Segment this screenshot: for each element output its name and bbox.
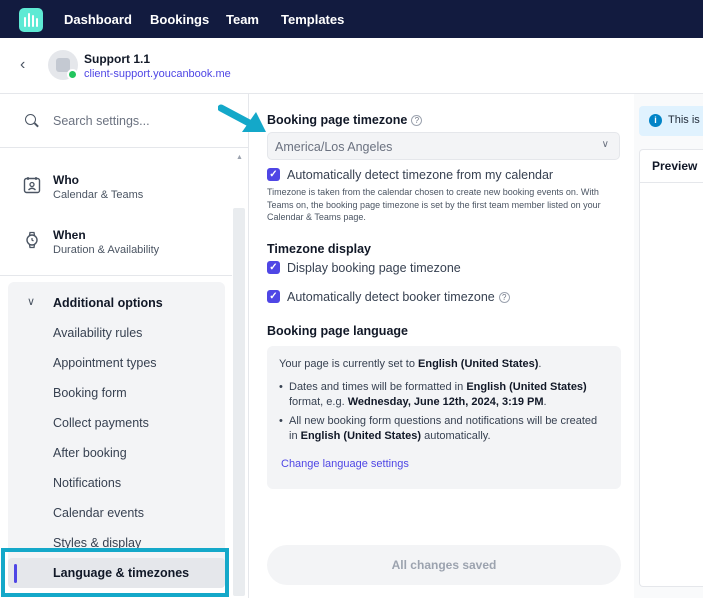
timezone-display-heading: Timezone display xyxy=(267,242,371,256)
sidebar-item-booking-form[interactable]: Booking form xyxy=(53,386,127,400)
back-chevron-icon[interactable]: ‹ xyxy=(20,56,25,74)
nav-bookings[interactable]: Bookings xyxy=(150,12,209,27)
sidebar-item-collect-payments[interactable]: Collect payments xyxy=(53,416,149,430)
top-navbar: Dashboard Bookings Team Templates xyxy=(0,0,703,38)
sidebar-item-notifications[interactable]: Notifications xyxy=(53,476,121,490)
watch-icon xyxy=(26,231,38,249)
search-box[interactable]: Search settings... xyxy=(0,94,248,148)
status-dot xyxy=(67,69,78,80)
calendar-bars-icon[interactable] xyxy=(19,8,43,32)
chevron-down-icon[interactable]: ∨ xyxy=(27,295,35,308)
language-info-box: Your page is currently set to English (U… xyxy=(267,346,621,489)
timezone-select[interactable]: America/Los Angeles ∨ xyxy=(267,132,620,160)
page-header: ‹ Support 1.1 client-support.youcanbook.… xyxy=(0,38,703,94)
auto-detect-checkbox[interactable]: ✓ xyxy=(267,168,280,181)
settings-sidebar: Search settings... Who Calendar & Teams … xyxy=(0,94,249,598)
preview-card: Preview xyxy=(639,149,703,587)
scroll-up-icon[interactable]: ▲ xyxy=(236,154,243,161)
language-intro: Your page is currently set to English (U… xyxy=(279,358,542,370)
sidebar-item-when[interactable]: When Duration & Availability xyxy=(0,221,232,271)
tab-preview[interactable]: Preview xyxy=(652,159,697,173)
display-timezone-checkbox[interactable]: ✓ xyxy=(267,261,280,274)
timezone-hint: Timezone is taken from the calendar chos… xyxy=(267,187,601,222)
booker-timezone-label: Automatically detect booker timezone? xyxy=(287,290,510,304)
language-heading: Booking page language xyxy=(267,324,408,338)
additional-options-toggle[interactable]: Additional options xyxy=(53,296,163,310)
sidebar-item-calendar-events[interactable]: Calendar events xyxy=(53,506,144,520)
timezone-value: America/Los Angeles xyxy=(275,140,393,154)
avatar xyxy=(48,50,78,80)
calendar-user-icon xyxy=(23,177,41,194)
sidebar-item-subtitle: Duration & Availability xyxy=(53,244,160,256)
sidebar-item-who[interactable]: Who Calendar & Teams xyxy=(0,166,232,216)
scrollbar-thumb[interactable] xyxy=(233,208,245,596)
divider xyxy=(640,182,703,183)
settings-panel: Booking page timezone? America/Los Angel… xyxy=(249,94,634,598)
help-icon[interactable]: ? xyxy=(498,292,510,303)
info-icon: i xyxy=(649,114,662,127)
sidebar-item-title: When xyxy=(53,228,86,242)
save-status-button[interactable]: All changes saved xyxy=(267,545,621,585)
nav-dashboard[interactable]: Dashboard xyxy=(64,12,132,27)
auto-detect-label: Automatically detect timezone from my ca… xyxy=(287,168,554,182)
preview-panel: i This is o Preview xyxy=(634,94,703,598)
nav-templates[interactable]: Templates xyxy=(281,12,344,27)
change-language-link[interactable]: Change language settings xyxy=(281,458,409,470)
sidebar-item-appointment-types[interactable]: Appointment types xyxy=(53,356,157,370)
nav-team[interactable]: Team xyxy=(226,12,259,27)
sidebar-item-title: Who xyxy=(53,173,79,187)
sidebar-item-after-booking[interactable]: After booking xyxy=(53,446,127,460)
timezone-label: Booking page timezone? xyxy=(267,113,423,127)
account-url[interactable]: client-support.youcanbook.me xyxy=(84,68,231,80)
booker-timezone-checkbox[interactable]: ✓ xyxy=(267,290,280,303)
chevron-down-icon: ∨ xyxy=(601,139,609,150)
help-icon[interactable]: ? xyxy=(411,115,423,126)
search-input[interactable]: Search settings... xyxy=(53,114,150,128)
search-icon xyxy=(25,114,36,125)
account-name: Support 1.1 xyxy=(84,52,151,66)
display-timezone-label: Display booking page timezone xyxy=(287,261,461,275)
annotation-highlight-box xyxy=(1,548,229,597)
language-bullet-questions: All new booking form questions and notif… xyxy=(279,414,599,444)
language-bullet-format: Dates and times will be formatted in Eng… xyxy=(279,380,599,410)
sidebar-item-subtitle: Calendar & Teams xyxy=(53,189,144,201)
sidebar-item-availability-rules[interactable]: Availability rules xyxy=(53,326,142,340)
info-text: This is o xyxy=(668,114,703,126)
divider xyxy=(0,275,232,276)
info-banner: i This is o xyxy=(639,106,703,136)
